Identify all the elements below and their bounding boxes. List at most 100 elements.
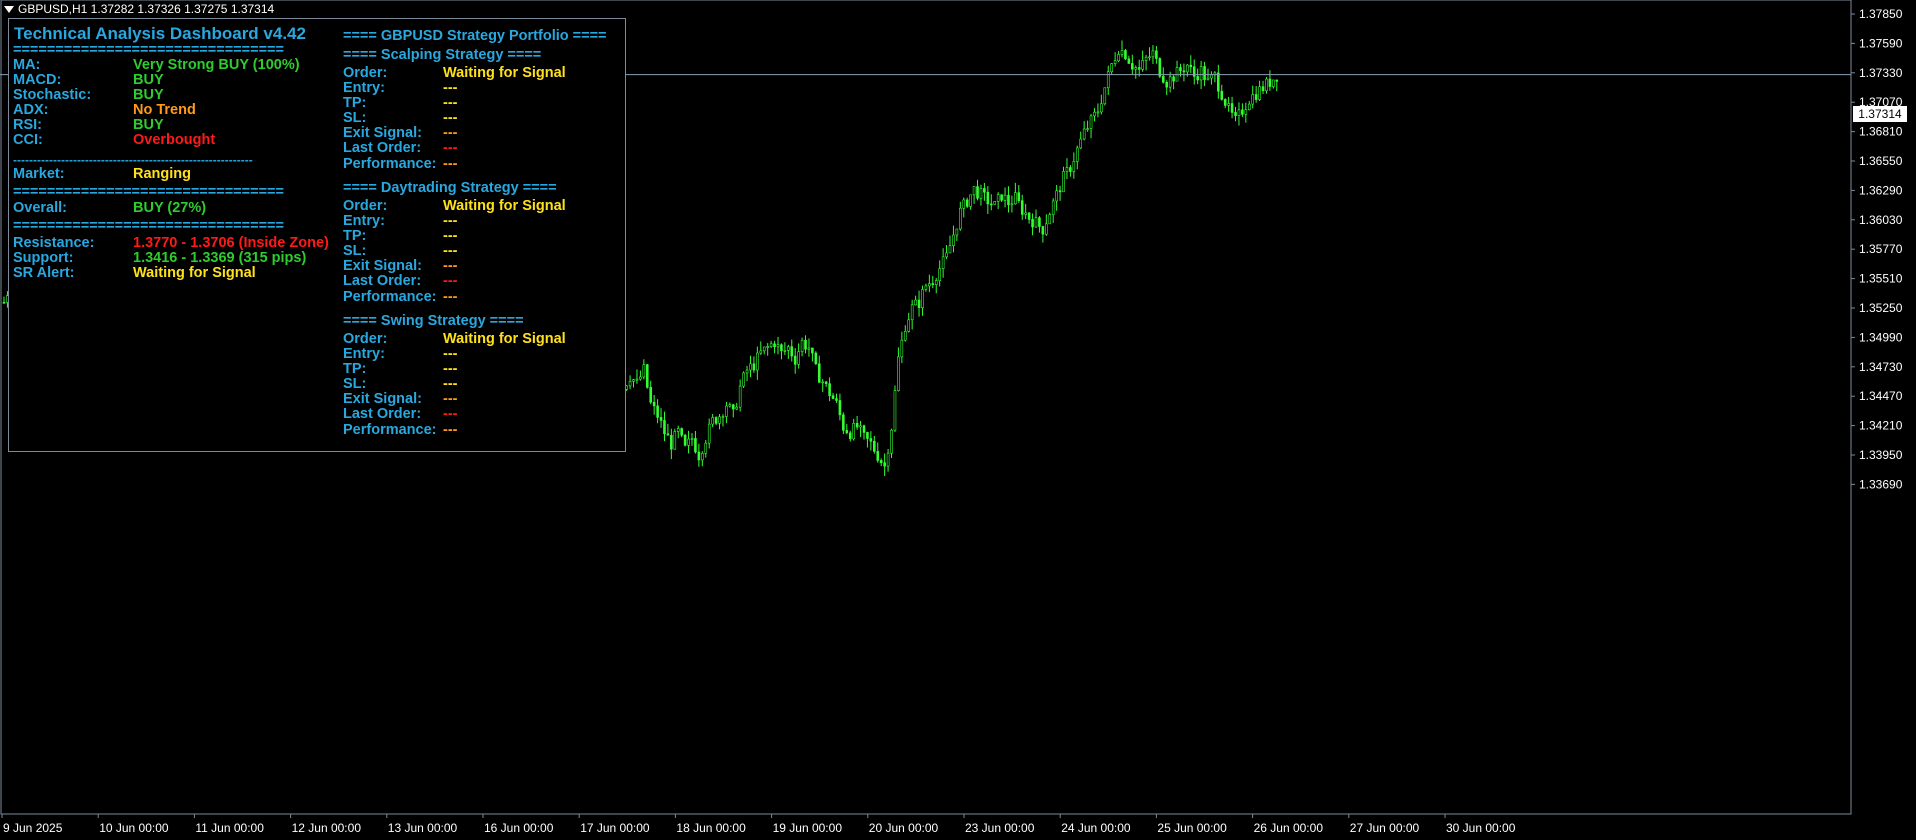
candle-body: [804, 339, 807, 350]
candle-body: [1272, 79, 1275, 87]
strategy-row-value: ---: [443, 289, 458, 305]
candle-body: [1265, 78, 1268, 92]
candle-body: [1127, 58, 1131, 64]
candle-body: [704, 442, 708, 454]
candle-body: [897, 356, 900, 391]
candle-body: [773, 343, 776, 348]
candle-body: [1220, 90, 1224, 100]
strategy-row-label: Entry:: [343, 346, 385, 362]
stochastic-value: BUY: [133, 87, 164, 103]
candle-body: [759, 350, 763, 354]
strategy-row-value: ---: [443, 346, 458, 362]
candle-body: [965, 199, 969, 207]
candle-body: [1031, 219, 1034, 228]
y-tick-label: 1.34730: [1859, 360, 1903, 374]
candle-body: [1172, 76, 1175, 82]
candle-body: [728, 404, 732, 407]
candle-body: [941, 256, 945, 270]
candle-body: [848, 432, 852, 440]
candle-body: [1055, 190, 1058, 202]
strategy-row-value: Waiting for Signal: [443, 198, 566, 214]
candle-body: [670, 434, 673, 450]
candle-body: [652, 401, 656, 407]
rsi-value: BUY: [133, 117, 164, 133]
cci-value: Overbought: [133, 132, 216, 148]
x-tick-label: 11 Jun 00:00: [195, 821, 264, 835]
candle-body: [1161, 75, 1165, 83]
candle-body: [845, 430, 849, 434]
candle-body: [828, 383, 831, 396]
candle-body: [1275, 79, 1279, 82]
strategy-row-value: ---: [443, 361, 458, 377]
candle-body: [1210, 74, 1213, 79]
candle-body: [900, 339, 904, 358]
y-tick-label: 1.36550: [1859, 154, 1903, 168]
candle-body: [855, 423, 859, 428]
candle-body: [866, 432, 869, 439]
resistance-value: 1.3770 - 1.3706 (Inside Zone): [133, 235, 329, 251]
strategy-row-value: ---: [443, 80, 458, 96]
candle-body: [835, 398, 838, 401]
candle-body: [1179, 67, 1182, 72]
candle-body: [910, 304, 914, 321]
candle-body: [917, 299, 921, 309]
candle-body: [814, 352, 818, 365]
candle-body: [817, 363, 821, 383]
strategy-row-value: ---: [443, 156, 458, 172]
x-tick-label: 23 Jun 00:00: [965, 821, 1035, 835]
strategy-row-label: Last Order:: [343, 273, 422, 289]
candle-body: [811, 347, 814, 354]
candle-body: [707, 423, 711, 444]
support-value: 1.3416 - 1.3369 (315 pips): [133, 250, 307, 266]
candle-body: [766, 346, 769, 348]
market-value: Ranging: [133, 166, 191, 182]
candle-body: [972, 186, 976, 196]
candle-body: [952, 234, 955, 246]
x-tick-label: 13 Jun 00:00: [388, 821, 458, 835]
x-tick-label: 10 Jun 00:00: [99, 821, 169, 835]
candle-body: [1120, 50, 1124, 55]
candle-body: [1241, 109, 1244, 115]
candle-body: [1261, 86, 1265, 92]
strategy-row-value: ---: [443, 258, 458, 274]
strategy-row-label: TP:: [343, 361, 367, 377]
candle-body: [731, 404, 735, 410]
chart-header: GBPUSD,H1 1.37282 1.37326 1.37275 1.3731…: [4, 2, 274, 16]
candle-body: [938, 268, 941, 281]
candle-body: [945, 252, 948, 258]
candle-body: [787, 346, 790, 351]
ma-label: MA:: [13, 57, 41, 73]
candle-body: [1089, 115, 1093, 129]
y-tick-label: 1.37590: [1859, 36, 1903, 50]
x-tick-label: 20 Jun 00:00: [869, 821, 939, 835]
candle-body: [1113, 60, 1117, 64]
candle-body: [1003, 194, 1007, 201]
macd-label: MACD:: [13, 72, 62, 88]
candle-body: [1234, 112, 1237, 116]
y-tick-label: 1.36810: [1859, 125, 1903, 139]
candle-body: [800, 339, 804, 353]
resistance-label: Resistance:: [13, 235, 95, 251]
y-tick-label: 1.37850: [1859, 7, 1903, 21]
candle-body: [718, 416, 721, 424]
candle-body: [1137, 67, 1141, 70]
strategy-row-value: Waiting for Signal: [443, 331, 566, 347]
candle-body: [1223, 99, 1227, 106]
candle-body: [769, 343, 773, 347]
strategy-row-label: TP:: [343, 228, 367, 244]
candle-body: [859, 425, 862, 428]
candle-body: [2, 302, 6, 304]
adx-label: ADX:: [13, 102, 49, 118]
candle-body: [632, 379, 635, 382]
candle-body: [1058, 190, 1062, 193]
strategy-row-value: ---: [443, 228, 458, 244]
price-axis: 1.378501.375901.373301.370701.368101.365…: [1851, 7, 1903, 491]
strategy-row-value: ---: [443, 391, 458, 407]
menu-triangle-icon[interactable]: [4, 6, 14, 14]
strategy-row-label: Order:: [343, 198, 388, 214]
candle-body: [1079, 138, 1083, 149]
strategy-row-label: Entry:: [343, 213, 385, 229]
candle-body: [821, 381, 825, 384]
separator: ================================: [13, 218, 284, 234]
candle-body: [1196, 76, 1199, 81]
